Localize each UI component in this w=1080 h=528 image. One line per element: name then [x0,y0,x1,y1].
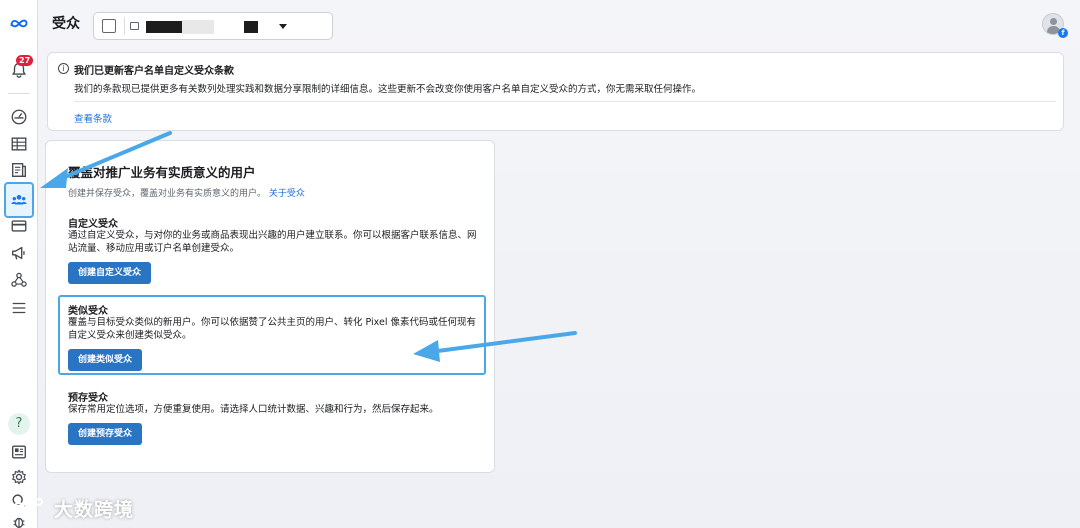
about-audiences-link[interactable]: 关于受众 [269,189,305,199]
page-title: 受众 [52,16,80,32]
account-selector-divider [124,17,125,35]
card-subtitle-text: 创建并保存受众，覆盖对业务有实质意义的用户。 [68,189,267,199]
create-lookalike-audience-button[interactable]: 创建类似受众 [68,349,143,371]
pages-document-icon[interactable] [9,160,29,180]
sidebar-divider [8,93,30,94]
settings-gear-icon[interactable] [9,467,29,487]
create-saved-audience-button[interactable]: 创建预存受众 [68,423,143,445]
left-nav-sidebar: 27 ? [0,0,38,528]
dashboard-gauge-icon[interactable] [9,107,29,127]
lookalike-audience-title: 类似受众 [68,306,108,317]
redacted-account-name [182,20,214,34]
audiences-people-icon[interactable] [9,190,29,210]
watermark-text: 大数跨境 [54,499,135,521]
watermark-logo-icon [13,498,43,514]
ad-account-selector[interactable] [93,12,333,40]
meta-logo-icon[interactable] [9,13,29,33]
billing-card-icon[interactable] [9,216,29,236]
saved-audience-description: 保存常用定位选项，方便重复使用。请选择人口统计数据、兴趣和行为，然后保存起来。 [68,404,439,415]
account-type-icon [130,22,139,30]
banner-title: 我们已更新客户名单自定义受众条款 [74,66,234,77]
notification-count-badge: 27 [16,55,34,66]
view-terms-link[interactable]: 查看条款 [74,111,112,125]
info-icon: i [58,63,69,74]
saved-audience-title: 预存受众 [68,393,108,404]
business-network-icon[interactable] [9,270,29,290]
terms-update-banner: i 我们已更新客户名单自定义受众条款 我们的条款现已提供更多有关数列处理实践和数… [47,52,1064,131]
avatar-head-shape [1050,18,1057,25]
all-tools-menu-icon[interactable] [9,298,29,318]
facebook-badge-icon: f [1058,28,1068,38]
banner-body: 我们的条款现已提供更多有关数列处理实践和数据分享限制的详细信息。这些更新不会改变… [74,84,702,95]
ads-manager-table-icon[interactable] [9,134,29,154]
create-custom-audience-button[interactable]: 创建自定义受众 [68,262,152,284]
lookalike-audience-description: 覆盖与目标受众类似的新用户。你可以依据赞了公共主页的用户、转化 Pixel 像素… [68,317,477,341]
chevron-down-icon [279,24,287,29]
redacted-account-id [244,21,258,33]
card-subtitle: 创建并保存受众，覆盖对业务有实质意义的用户。 关于受众 [68,186,305,199]
megaphone-campaign-icon[interactable] [9,243,29,263]
custom-audience-description: 通过自定义受众，与对你的业务或商品表现出兴趣的用户建立联系。你可以根据客户联系信… [68,230,477,254]
news-feed-icon[interactable] [9,442,29,462]
audiences-intro-card: 覆盖对推广业务有实质意义的用户 创建并保存受众，覆盖对业务有实质意义的用户。 关… [45,140,495,473]
redacted-account-name [146,21,182,33]
card-title: 覆盖对推广业务有实质意义的用户 [68,165,256,180]
help-question-icon[interactable]: ? [8,413,30,435]
page-header: 受众 f [38,0,1080,50]
ad-account-icon [102,19,116,33]
custom-audience-title: 自定义受众 [68,219,118,230]
banner-divider [74,101,1056,102]
